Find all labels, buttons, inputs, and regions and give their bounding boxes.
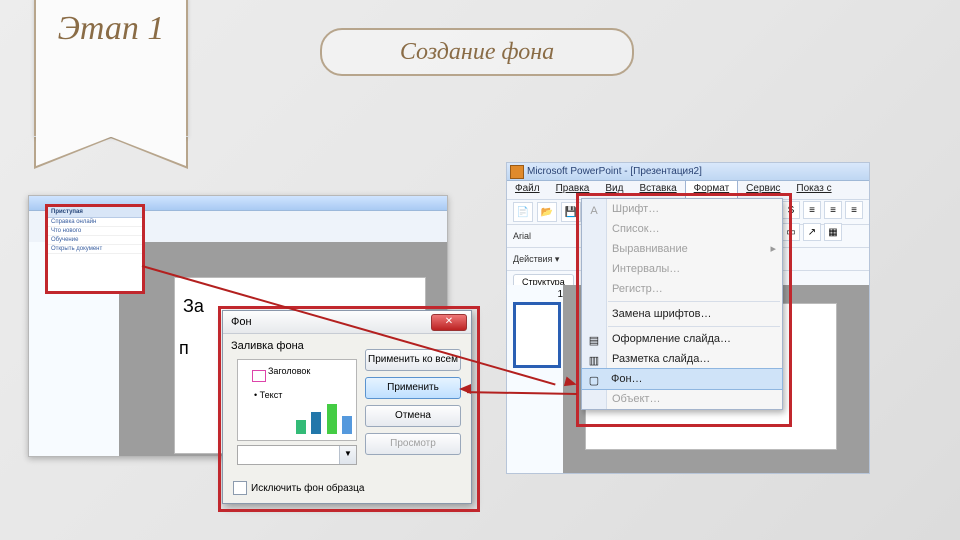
dialog-titlebar: Фон ✕ xyxy=(223,311,471,334)
menu-file[interactable]: Файл xyxy=(507,181,548,199)
menuitem-slide-layout[interactable]: ▥Разметка слайда… xyxy=(582,349,782,369)
slide-thumbnail[interactable] xyxy=(513,302,561,368)
menuitem-background[interactable]: ▢Фон… xyxy=(581,368,783,390)
background-dialog[interactable]: Фон ✕ Заливка фона Заголовок • Текст При… xyxy=(222,310,472,504)
font-name[interactable]: Arial xyxy=(513,231,531,241)
menu-format[interactable]: Формат xyxy=(685,180,739,199)
menu-service[interactable]: Сервис xyxy=(738,181,788,199)
open-icon[interactable]: 📂 xyxy=(537,202,557,222)
preview-shape-icon xyxy=(252,370,266,382)
arrow-icon[interactable]: ↗ xyxy=(803,223,821,241)
taskpane-header: Приступая xyxy=(48,207,142,218)
preview-title-label: Заголовок xyxy=(268,366,310,376)
save-icon[interactable]: 💾 xyxy=(561,202,581,222)
shape-icon[interactable]: ▭ xyxy=(782,223,800,241)
slide-title: Создание фона xyxy=(320,28,634,76)
picture-icon[interactable]: ▦ xyxy=(824,223,842,241)
apply-button[interactable]: Применить xyxy=(365,377,461,399)
menuitem-intervals[interactable]: Интервалы… xyxy=(582,259,782,279)
app2-title: Microsoft PowerPoint - [Презентация2] xyxy=(527,166,702,177)
shadow-button[interactable]: S xyxy=(782,201,800,219)
menuitem-register[interactable]: Регистр… xyxy=(582,279,782,299)
menuitem-font[interactable]: AШрифт… xyxy=(582,199,782,219)
format-dropdown[interactable]: AШрифт… Список… Выравнивание▸ Интервалы…… xyxy=(581,198,783,410)
checkbox-label: Исключить фон образца xyxy=(251,483,364,494)
fill-combobox[interactable]: ▼ xyxy=(237,445,357,465)
menu-view[interactable]: Вид xyxy=(597,181,631,199)
arrow-head-icon xyxy=(459,384,471,394)
align-left-icon[interactable]: ≡ xyxy=(803,201,821,219)
left-page-text1: За xyxy=(183,296,204,317)
stage-ribbon: Этап 1 xyxy=(34,0,188,136)
dialog-preview: Заголовок • Текст xyxy=(237,359,357,441)
left-page-text2: п xyxy=(179,338,189,359)
taskpane-item: Справка онлайн xyxy=(48,218,142,227)
menuitem-slide-design[interactable]: ▤Оформление слайда… xyxy=(582,329,782,349)
app2-titlebar: Microsoft PowerPoint - [Презентация2] xyxy=(507,163,869,181)
menu-show[interactable]: Показ с xyxy=(788,181,839,199)
menuitem-object[interactable]: Объект… xyxy=(582,389,782,409)
menuitem-align[interactable]: Выравнивание▸ xyxy=(582,239,782,259)
taskpane-item: Обучение xyxy=(48,236,142,245)
checkbox-icon[interactable] xyxy=(233,481,247,495)
taskpane-highlight: Приступая Справка онлайн Что нового Обуч… xyxy=(45,204,145,294)
menu-insert[interactable]: Вставка xyxy=(631,181,684,199)
menuitem-replace-fonts[interactable]: Замена шрифтов… xyxy=(582,304,782,324)
taskpane-item: Что нового xyxy=(48,227,142,236)
exclude-master-checkbox[interactable]: Исключить фон образца xyxy=(233,481,364,495)
combobox-arrow-icon[interactable]: ▼ xyxy=(339,446,356,464)
actions-dropdown[interactable]: Действия ▾ xyxy=(513,254,559,265)
align-right-icon[interactable]: ≡ xyxy=(845,201,863,219)
preview-button[interactable]: Просмотр xyxy=(365,433,461,455)
dialog-title: Фон xyxy=(231,316,252,328)
preview-text-label: • Текст xyxy=(254,390,282,400)
powerpoint-icon xyxy=(510,165,524,179)
new-doc-icon[interactable]: 📄 xyxy=(513,202,533,222)
stage-label: Этап 1 xyxy=(36,0,186,48)
cancel-button[interactable]: Отмена xyxy=(365,405,461,427)
menu-edit[interactable]: Правка xyxy=(548,181,598,199)
dialog-close-button[interactable]: ✕ xyxy=(431,314,467,331)
taskpane-item: Открыть документ xyxy=(48,245,142,254)
dialog-buttons: Применить ко всем Применить Отмена Просм… xyxy=(365,349,461,455)
menuitem-list[interactable]: Список… xyxy=(582,219,782,239)
preview-chart-icon xyxy=(296,404,353,434)
align-center-icon[interactable]: ≡ xyxy=(824,201,842,219)
